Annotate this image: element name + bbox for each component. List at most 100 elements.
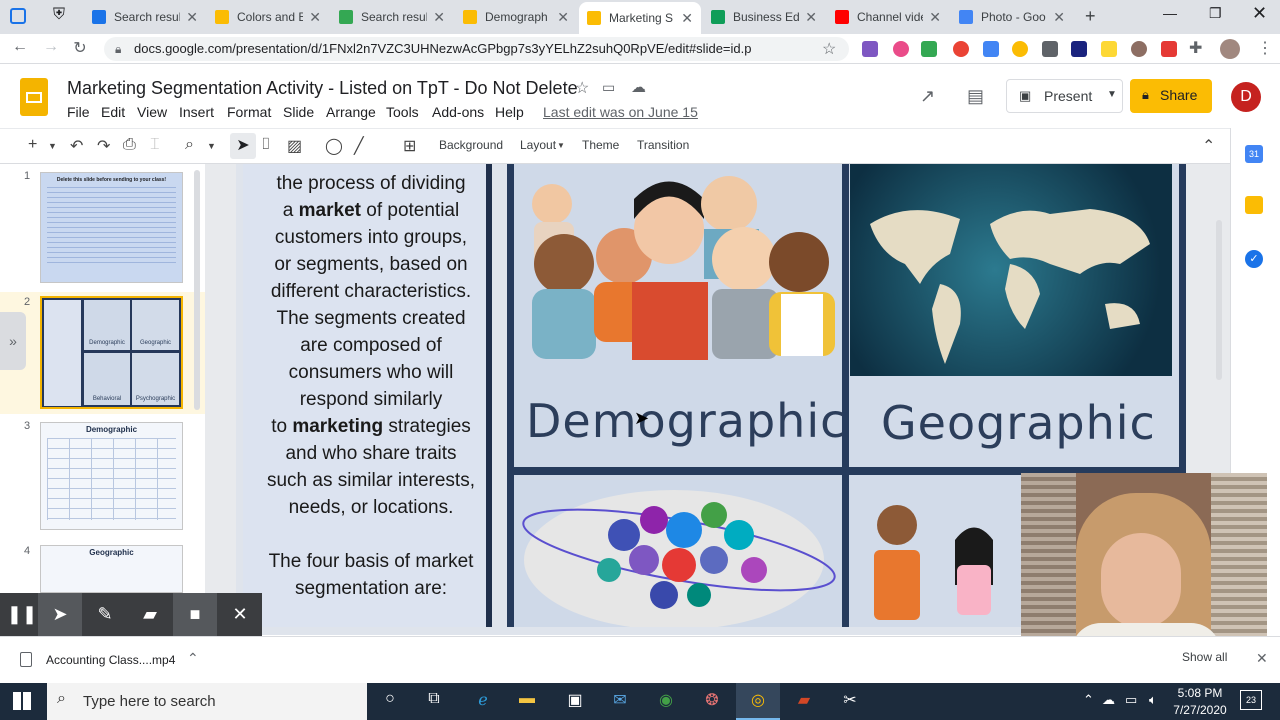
menu-arrange[interactable]: Arrange [326,104,376,120]
paint-format-icon[interactable]: ⌶ [150,136,160,154]
menu-tools[interactable]: Tools [386,104,419,120]
text-box-icon[interactable]: ⌷ [261,136,271,154]
tab-close-icon[interactable]: ✕ [929,9,941,26]
bookmark-star-icon[interactable]: ☆ [822,39,836,59]
collapse-panel-handle[interactable]: » [0,312,26,370]
present-button[interactable]: ▣ Present ▼ [1006,79,1123,113]
last-edit-link[interactable]: Last edit was on June 15 [543,104,698,120]
chevron-down-icon[interactable]: ▼ [557,141,565,150]
extension-heart-icon[interactable] [983,41,999,57]
menu-format[interactable]: Format [227,104,271,120]
volume-icon[interactable]: 🔈︎ [1149,692,1157,708]
comments-icon[interactable]: ▤ [967,86,984,107]
webcam-overlay[interactable] [1021,473,1267,656]
toolbar-transition-button[interactable]: Transition [637,138,689,152]
extension-green-icon[interactable] [921,41,937,57]
chrome-menu-icon[interactable]: ⋮ [1257,38,1273,58]
taskbar-search-box[interactable]: Type here to search [47,683,367,720]
network-icon[interactable]: ▭ [1125,692,1137,708]
extension-doc-icon[interactable] [1101,41,1117,57]
store-icon[interactable]: ▣ [563,690,587,712]
forward-icon[interactable]: → [41,38,61,56]
menu-insert[interactable]: Insert [179,104,214,120]
cortana-icon[interactable]: ○ [378,690,402,712]
extensions-puzzle-icon[interactable]: ✚ [1189,38,1202,58]
browser-tab[interactable]: Colors and B ✕ [207,4,329,30]
file-explorer-icon[interactable]: ▬ [515,690,539,712]
slide-thumbnail-2[interactable]: Demographic Geographic Behavioral Psycho… [40,296,183,409]
image-icon[interactable]: ▨ [287,136,302,156]
clock-time[interactable]: 5:08 PM [1176,686,1224,700]
windows-start-icon[interactable] [13,692,31,710]
menu-help[interactable]: Help [495,104,524,120]
close-downloads-icon[interactable]: ✕ [1256,650,1268,667]
chevron-down-icon[interactable]: ▼ [1107,89,1117,100]
tab-close-icon[interactable]: ✕ [681,10,693,27]
browser-tab[interactable]: Marketing S ✕ [579,2,701,34]
toolbar-theme-button[interactable]: Theme [582,138,619,152]
slides-logo-icon[interactable] [20,78,48,116]
zoom-icon[interactable]: ⌕ [185,136,194,154]
browser-tab[interactable]: Search result ✕ [331,4,453,30]
extension-emoji-icon[interactable] [1012,41,1028,57]
menu-add-ons[interactable]: Add-ons [432,104,484,120]
extension-red-icon[interactable] [953,41,969,57]
cloud-status-icon[interactable]: ☁ [631,78,646,96]
pen-icon[interactable]: ✎ [83,593,127,636]
onedrive-icon[interactable]: ☁ [1102,692,1115,708]
browser-tab[interactable]: Business Ed ✕ [703,4,825,30]
mail-icon[interactable]: ✉ [608,690,632,712]
notifications-icon[interactable]: 23 [1240,690,1262,710]
highlighter-icon[interactable]: ▰ [128,593,172,636]
share-button[interactable]: 🔒︎ Share [1130,79,1212,113]
browser-tab[interactable]: Demograph ✕ [455,4,577,30]
tab-close-icon[interactable]: ✕ [805,9,817,26]
line-icon[interactable]: ╱ [354,136,364,156]
activity-trend-icon[interactable]: ↗ [920,86,935,107]
tab-close-icon[interactable]: ✕ [186,9,198,26]
browser-tab[interactable]: Photo - Goo ✕ [951,4,1073,30]
new-slide-icon[interactable]: + [28,136,37,154]
clock-date[interactable]: 7/27/2020 [1170,703,1230,717]
menu-slide[interactable]: Slide [283,104,314,120]
app-green-icon[interactable]: ◉ [654,690,678,712]
browser-tab[interactable]: Channel vide ✕ [827,4,949,30]
slide-body-text[interactable]: the process of dividing a market of poten… [248,170,494,602]
collapse-chevron-up-icon[interactable]: ⌃ [1202,136,1215,156]
extension-dribbble-icon[interactable] [893,41,909,57]
chevron-down-icon[interactable]: ▼ [207,141,216,151]
print-icon[interactable]: ⎙ [123,136,136,154]
shield-icon[interactable]: ⛨ [53,6,71,26]
behavioral-cell[interactable] [514,475,842,630]
extension-puzzle-purple-icon[interactable] [862,41,878,57]
tab-close-icon[interactable]: ✕ [309,9,321,26]
menu-edit[interactable]: Edit [101,104,125,120]
close-recorder-icon[interactable]: ✕ [218,593,262,636]
document-title[interactable]: Marketing Segmentation Activity - Listed… [67,78,578,99]
download-file-name[interactable]: Accounting Class....mp4 [46,653,175,667]
shape-icon[interactable]: ◯ [325,136,343,156]
chevron-down-icon[interactable]: ▼ [48,141,57,151]
profile-avatar[interactable] [1220,39,1240,59]
user-avatar[interactable]: D [1231,82,1261,112]
edge-icon[interactable]: ℯ [471,690,495,712]
slide-thumbnail-3[interactable]: Demographic [40,422,183,530]
chevron-up-icon[interactable]: ⌃ [187,650,199,667]
address-bar[interactable]: docs.google.com/presentation/d/1FNxl2n7V… [104,37,849,61]
reload-icon[interactable]: ↻ [70,38,90,58]
extension-color-icon[interactable] [1161,41,1177,57]
app-snip-icon[interactable]: ✂ [838,690,862,712]
maximize-button[interactable]: ❐ [1209,5,1222,22]
select-cursor-icon[interactable]: ➤ [230,133,256,159]
tab-close-icon[interactable]: ✕ [433,9,445,26]
camera-icon[interactable]: ■ [173,593,217,636]
new-tab-button[interactable]: + [1085,6,1096,27]
slide-thumbnail-1[interactable]: Delete this slide before sending to your… [40,172,183,283]
tab-close-icon[interactable]: ✕ [557,9,569,26]
tab-search-icon[interactable] [10,8,26,24]
canvas-scrollbar[interactable] [1216,220,1222,380]
add-comment-icon[interactable]: ⊞ [403,136,416,156]
pointer-icon[interactable]: ➤ [38,593,82,636]
menu-file[interactable]: File [67,104,90,120]
tasks-icon[interactable]: ✓ [1245,250,1263,268]
